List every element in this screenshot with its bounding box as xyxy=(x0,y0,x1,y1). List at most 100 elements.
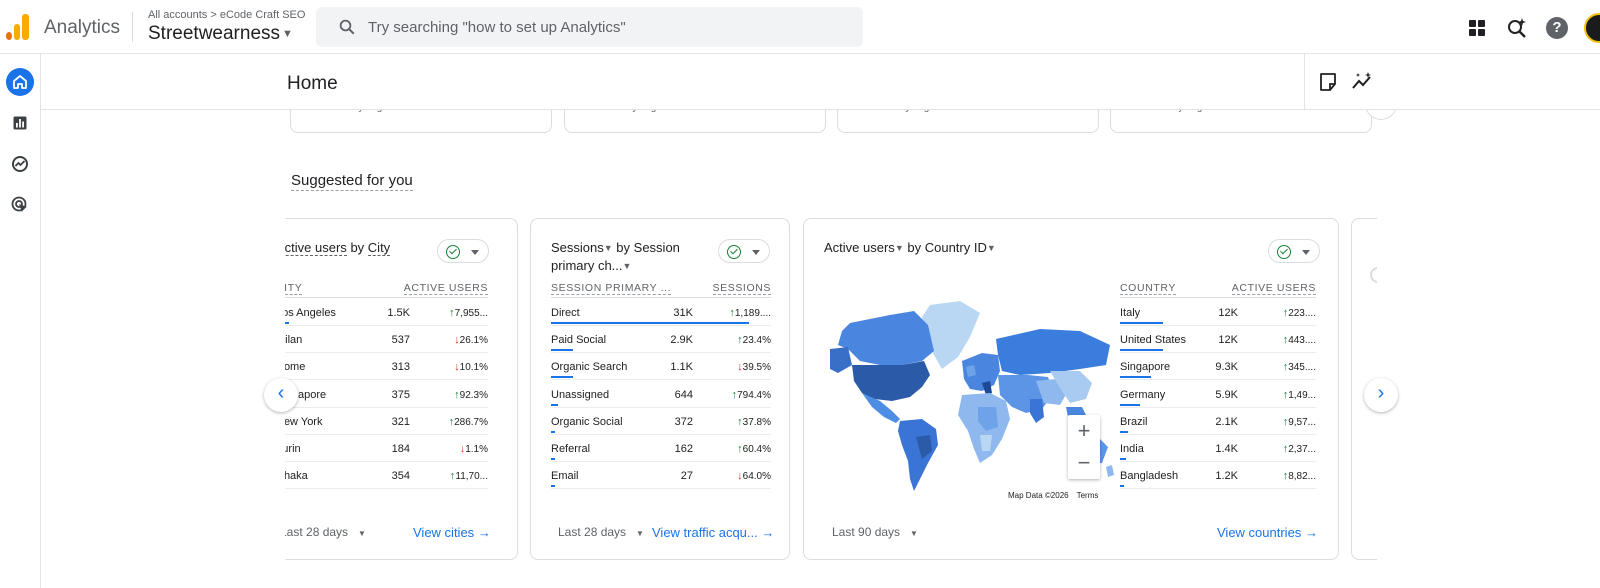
table-row[interactable]: India 1.4K ↑2,37... xyxy=(1120,435,1316,462)
table-header: COUNTRY ACTIVE USERS xyxy=(1120,282,1316,298)
table-row[interactable]: United States 12K ↑443.... xyxy=(1120,326,1316,354)
row-value: 313 xyxy=(391,361,410,374)
column-header: CITY xyxy=(285,282,303,295)
row-change: ↑92.3% xyxy=(420,389,488,401)
card-title: Sessions▼ by Session primary ch...▼ xyxy=(551,239,701,275)
metric-selector[interactable]: Sessions xyxy=(551,240,604,255)
row-change: ↓26.1% xyxy=(420,334,488,346)
table-row[interactable]: Bangladesh 1.2K ↑8,82... xyxy=(1120,462,1316,490)
search-input[interactable] xyxy=(368,16,838,38)
analytics-logo-icon[interactable] xyxy=(6,14,30,40)
row-label: New York xyxy=(285,415,323,428)
row-label: United States xyxy=(1120,334,1187,347)
row-value: 375 xyxy=(391,388,410,401)
card-status-dropdown[interactable] xyxy=(1268,239,1320,263)
dimension-selector[interactable]: City xyxy=(367,240,391,256)
date-range-selector[interactable]: Last 90 days ▼ xyxy=(832,525,918,539)
search-bar[interactable] xyxy=(316,7,863,47)
table-row[interactable]: Los Angeles 1.5K ↑7,955... xyxy=(285,299,488,326)
table-row[interactable]: Dhaka 354 ↑11,70... xyxy=(285,462,488,490)
table-row[interactable]: Email 27 ↓64.0% xyxy=(551,462,771,490)
row-label: Dhaka xyxy=(285,470,308,483)
row-value: 537 xyxy=(391,334,410,347)
table-row[interactable]: Unassigned 644 ↑794.4% xyxy=(551,381,771,408)
page-title: Home xyxy=(287,73,338,94)
apps-grid-icon[interactable] xyxy=(1466,17,1488,39)
insights-icon[interactable] xyxy=(1351,71,1373,93)
reports-icon xyxy=(13,116,27,130)
view-countries-link[interactable]: View countries → xyxy=(1217,525,1318,540)
table-row[interactable]: New York 321 ↑286.7% xyxy=(285,408,488,435)
map-terms-link[interactable]: Terms xyxy=(1077,491,1099,500)
caret-down-icon: ▼ xyxy=(622,261,632,272)
help-icon[interactable]: ? xyxy=(1546,17,1568,39)
table-row[interactable]: Germany 5.9K ↑1,49... xyxy=(1120,381,1316,408)
table-row[interactable]: Rome 313 ↓10.1% xyxy=(285,353,488,381)
account-breadcrumb[interactable]: All accounts > eCode Craft SEO xyxy=(148,9,305,21)
row-change: ↑286.7% xyxy=(420,416,488,428)
row-value: 2.1K xyxy=(1215,415,1238,428)
row-label: Los Angeles xyxy=(285,307,336,319)
table-row[interactable]: Italy 12K ↑223.... xyxy=(1120,299,1316,326)
table-row[interactable]: Brazil 2.1K ↑9,57... xyxy=(1120,408,1316,435)
row-value: 12K xyxy=(1218,307,1238,319)
chevron-down-icon xyxy=(1302,250,1310,255)
left-nav-rail xyxy=(0,54,41,588)
table-row[interactable]: Direct 31K ↑1,189.... xyxy=(551,299,771,326)
change-value: 443.... xyxy=(1288,335,1316,347)
change-value: 39.5% xyxy=(742,362,771,374)
date-range-selector[interactable]: Last 28 days ▼ xyxy=(558,525,644,539)
table-row[interactable]: Organic Social 372 ↑37.8% xyxy=(551,408,771,435)
column-header: SESSIONS xyxy=(712,282,771,295)
row-label: India xyxy=(1120,443,1144,455)
row-change: ↑794.4% xyxy=(703,389,771,401)
card-title: Active users▼ by Country ID▼ xyxy=(824,239,996,257)
table-row[interactable]: Singapore 9.3K ↑345.... xyxy=(1120,353,1316,381)
divider xyxy=(1304,54,1305,110)
share-icon[interactable] xyxy=(1317,71,1339,93)
table-row[interactable]: Milan 537 ↓26.1% xyxy=(285,326,488,354)
nav-explore[interactable] xyxy=(6,150,34,178)
zoom-out-button[interactable]: − xyxy=(1068,447,1100,479)
nav-home[interactable] xyxy=(6,68,34,96)
row-value: 31K xyxy=(673,307,693,319)
property-selector[interactable]: Streetwearness ▼ xyxy=(148,23,293,45)
avatar[interactable] xyxy=(1584,13,1600,43)
metric-selector[interactable]: Active users xyxy=(285,240,347,256)
caret-down-icon: ▼ xyxy=(910,529,918,538)
card-active-users-country: Active users▼ by Country ID▼ + − Map Dat… xyxy=(803,218,1339,560)
arrow-right-icon: → xyxy=(1304,525,1318,540)
metric-selector[interactable]: Active users xyxy=(824,240,895,255)
table-row[interactable]: Turin 184 ↓1.1% xyxy=(285,435,488,462)
table-row[interactable]: Singapore375↑92.3% xyxy=(285,381,488,408)
view-traffic-acquisition-link[interactable]: View traffic acqu... → xyxy=(652,525,774,540)
share-bar xyxy=(1120,349,1164,352)
view-cities-link[interactable]: View cities → xyxy=(413,525,491,540)
date-range-selector[interactable]: Last 28 days ▼ xyxy=(285,525,366,539)
title-by: by xyxy=(616,240,631,255)
search-insights-icon[interactable] xyxy=(1506,17,1528,39)
table-row[interactable]: Organic Search 1.1K ↓39.5% xyxy=(551,353,771,381)
advertising-icon xyxy=(11,196,27,212)
change-value: 223.... xyxy=(1288,308,1316,319)
share-bar xyxy=(551,376,573,379)
section-title[interactable]: Suggested for you xyxy=(291,172,413,191)
zoom-in-button[interactable]: + xyxy=(1068,415,1100,447)
card-status-dropdown[interactable] xyxy=(437,239,489,263)
nav-advertising[interactable] xyxy=(6,191,34,219)
title-by: by xyxy=(907,240,922,255)
carousel-next-button[interactable]: › xyxy=(1364,378,1398,412)
check-circle-icon xyxy=(1277,245,1291,259)
carousel-prev-button[interactable]: ‹ xyxy=(264,378,298,412)
date-range-label: Last 28 days xyxy=(285,525,349,539)
row-label: Italy xyxy=(1120,307,1141,319)
table-row[interactable]: Referral 162 ↑60.4% xyxy=(551,435,771,462)
link-label: View countries xyxy=(1217,525,1302,540)
row-label: Paid Social xyxy=(551,334,607,347)
chevron-right-icon: › xyxy=(1377,382,1385,404)
row-value: 12K xyxy=(1218,334,1238,347)
card-status-dropdown[interactable] xyxy=(718,239,770,263)
dimension-selector[interactable]: Country ID xyxy=(925,240,987,255)
table-row[interactable]: Paid Social 2.9K ↑23.4% xyxy=(551,326,771,354)
nav-reports[interactable] xyxy=(6,109,34,137)
